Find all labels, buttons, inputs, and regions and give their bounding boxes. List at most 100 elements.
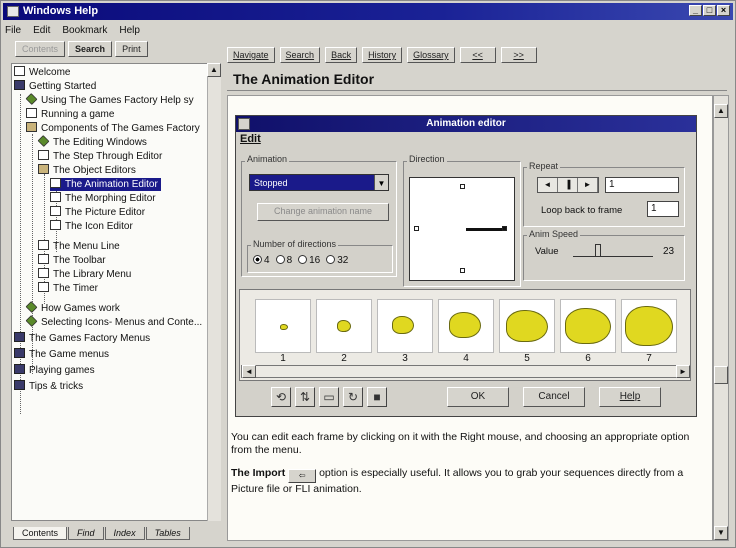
scroll-right-arrow-icon[interactable]: ► <box>676 365 690 378</box>
ok-button[interactable]: OK <box>447 387 509 407</box>
tab-tables[interactable]: Tables <box>145 527 190 540</box>
page-icon <box>14 66 25 76</box>
search-button[interactable]: Search <box>68 41 113 57</box>
glossary-button[interactable]: Glossary <box>407 47 455 63</box>
change-animation-name-button[interactable]: Change animation name <box>257 203 389 221</box>
toc-item-how-games-work[interactable]: How Games work <box>25 301 120 315</box>
frame-7[interactable] <box>621 299 677 353</box>
repeat-label: Repeat <box>527 161 561 171</box>
toc-item-game-menus[interactable]: The Game menus <box>14 348 109 361</box>
frame-5[interactable] <box>499 299 555 353</box>
toc-scrollbar[interactable]: ▲ <box>207 63 221 521</box>
dialog-menu-edit[interactable]: Edit <box>240 133 261 145</box>
maximize-button[interactable]: □ <box>703 5 716 16</box>
direction-radios: 4 8 16 32 <box>253 255 348 266</box>
toc-item-morphing-editor[interactable]: The Morphing Editor <box>50 192 156 205</box>
book-icon <box>14 348 25 358</box>
radio-8[interactable]: 8 <box>275 255 292 266</box>
frame-number: 5 <box>524 353 530 364</box>
toc-item-running-game[interactable]: Running a game <box>26 108 114 121</box>
toc-item-timer[interactable]: The Timer <box>38 282 98 295</box>
topic-search-button[interactable]: Search <box>279 47 321 63</box>
reverse-icon[interactable]: ↻ <box>343 387 363 407</box>
diamond-icon <box>37 135 50 147</box>
back-button[interactable]: Back <box>325 47 358 63</box>
toc-item-editing-windows[interactable]: The Editing Windows <box>37 135 147 149</box>
scroll-down-arrow-icon[interactable]: ▼ <box>714 526 728 540</box>
navigate-button[interactable]: Navigate <box>227 47 275 63</box>
contents-button[interactable]: Contents <box>15 41 66 57</box>
frame-1[interactable] <box>255 299 311 353</box>
radio-32[interactable]: 32 <box>326 255 348 266</box>
toc-item-library-menu[interactable]: The Library Menu <box>38 268 131 281</box>
close-button[interactable]: × <box>717 5 730 16</box>
toc-item-games-factory-menus[interactable]: The Games Factory Menus <box>14 332 150 345</box>
scroll-left-arrow-icon[interactable]: ◄ <box>242 365 256 378</box>
radio-16[interactable]: 16 <box>298 255 320 266</box>
menu-file[interactable]: File <box>5 23 21 38</box>
toc-item-components[interactable]: Components of The Games Factory <box>26 122 200 135</box>
scroll-up-arrow-icon[interactable]: ▲ <box>714 104 728 118</box>
topic-scrollbar[interactable]: ▲ ▼ <box>713 95 729 541</box>
contents-tree: Welcome Getting Started Using The Games … <box>11 63 221 521</box>
frame-6[interactable] <box>560 299 616 353</box>
toc-item-object-editors[interactable]: The Object Editors <box>38 164 136 177</box>
toc-item-selecting-icons[interactable]: Selecting Icons- Menus and Conte... <box>25 315 202 329</box>
frame-scrollbar[interactable]: ◄ ► <box>241 365 691 378</box>
toc-item-toolbar[interactable]: The Toolbar <box>38 254 106 267</box>
scroll-thumb[interactable] <box>714 366 728 384</box>
cancel-button[interactable]: Cancel <box>523 387 585 407</box>
slider-thumb[interactable] <box>595 244 601 257</box>
tab-find[interactable]: Find <box>68 527 104 540</box>
direction-picker[interactable] <box>409 177 515 281</box>
import-folder-icon[interactable]: ▭ <box>319 387 339 407</box>
toc-item-icon-editor[interactable]: The Icon Editor <box>50 220 133 233</box>
toc-item-playing-games[interactable]: Playing games <box>14 364 95 377</box>
print-button[interactable]: Print <box>115 41 148 57</box>
dialog-control-menu-icon[interactable] <box>238 118 250 130</box>
scroll-up-arrow-icon[interactable]: ▲ <box>207 63 221 77</box>
loop-back-input[interactable]: 1 <box>647 201 679 217</box>
book-icon <box>14 364 25 374</box>
frame-4[interactable] <box>438 299 494 353</box>
speed-slider[interactable] <box>573 244 653 257</box>
next-topic-button[interactable]: >> <box>500 47 537 63</box>
help-window: Windows Help _ □ × File Edit Bookmark He… <box>0 0 736 548</box>
repeat-stepper[interactable]: ◄ ▐ ► <box>537 177 599 193</box>
toc-item-welcome[interactable]: Welcome <box>14 66 71 79</box>
menu-help[interactable]: Help <box>119 23 140 38</box>
help-button[interactable]: Help <box>599 387 661 407</box>
help-app-icon <box>7 6 19 17</box>
radio-4[interactable]: 4 <box>253 255 270 266</box>
animation-select[interactable]: Stopped ▼ <box>249 174 389 191</box>
minimize-button[interactable]: _ <box>689 5 702 16</box>
prev-topic-button[interactable]: << <box>459 47 496 63</box>
toc-item-using-help[interactable]: Using The Games Factory Help sy <box>25 93 194 107</box>
direction-arrow-icon <box>466 228 506 231</box>
import-icon: ⇦ <box>288 469 317 483</box>
toc-item-animation-editor[interactable]: The Animation Editor <box>50 178 161 191</box>
toc-item-menu-line[interactable]: The Menu Line <box>38 240 120 253</box>
speed-group <box>523 235 685 281</box>
tab-contents[interactable]: Contents <box>13 527 68 540</box>
tab-index[interactable]: Index <box>104 527 145 540</box>
history-button[interactable]: History <box>362 47 403 63</box>
toc-item-step-through[interactable]: The Step Through Editor <box>38 150 162 163</box>
rotate-icon[interactable]: ⟲ <box>271 387 291 407</box>
flip-icon[interactable]: ⇅ <box>295 387 315 407</box>
camera-icon[interactable]: ■ <box>367 387 387 407</box>
menu-edit[interactable]: Edit <box>33 23 50 38</box>
toc-item-tips-tricks[interactable]: Tips & tricks <box>14 380 83 393</box>
toc-item-picture-editor[interactable]: The Picture Editor <box>50 206 145 219</box>
page-icon <box>38 240 49 250</box>
toc-item-getting-started[interactable]: Getting Started <box>14 80 96 93</box>
menu-bookmark[interactable]: Bookmark <box>62 23 107 38</box>
frame-3[interactable] <box>377 299 433 353</box>
chevron-down-icon[interactable]: ▼ <box>374 175 388 190</box>
book-icon <box>14 80 25 90</box>
menu-bar: File Edit Bookmark Help <box>5 23 140 38</box>
frame-2[interactable] <box>316 299 372 353</box>
diamond-icon <box>25 93 38 105</box>
anim-speed-label: Anim Speed <box>527 229 581 239</box>
repeat-input[interactable]: 1 <box>605 177 679 193</box>
